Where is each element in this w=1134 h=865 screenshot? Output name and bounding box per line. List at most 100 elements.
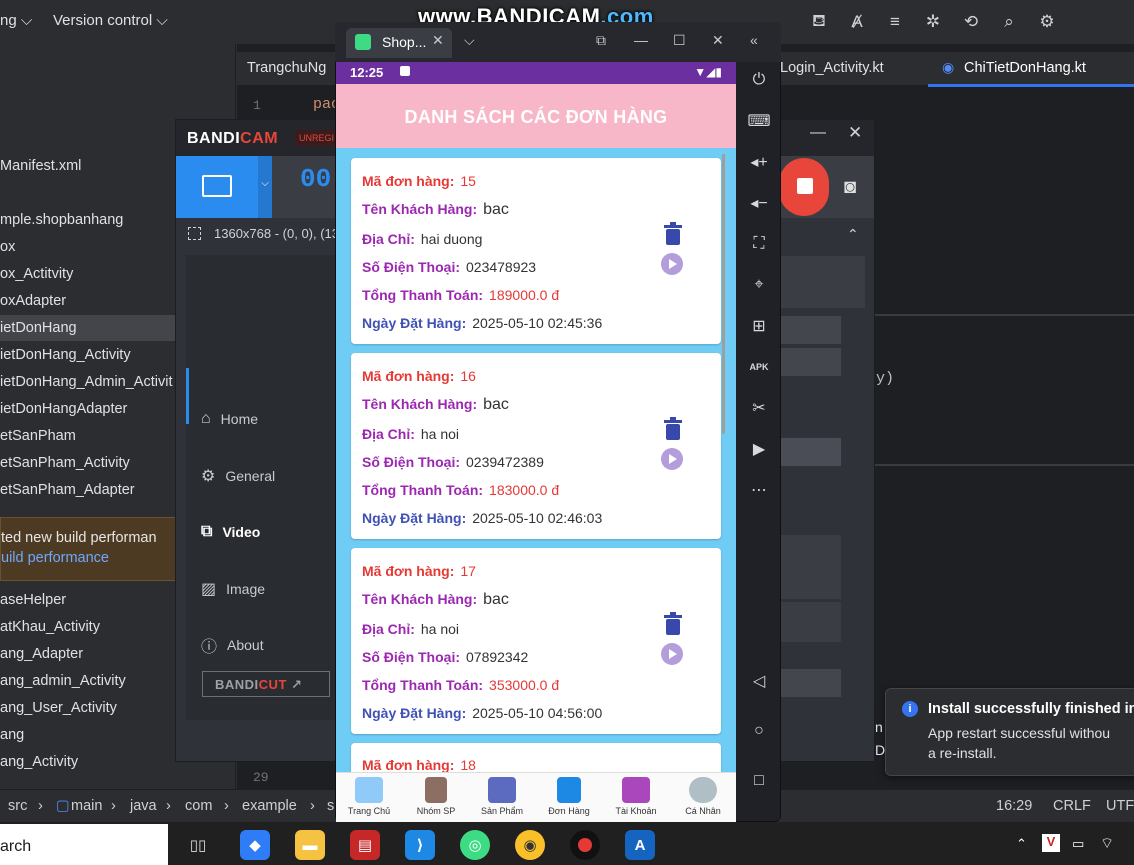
vscode-icon[interactable]: ⟩	[405, 830, 435, 860]
project-item[interactable]: ox_Actitvity	[0, 261, 73, 287]
nav-orders[interactable]: Đơn Hàng	[536, 777, 602, 816]
project-item[interactable]: etSanPham_Adapter	[0, 477, 135, 503]
trash-icon[interactable]	[662, 417, 684, 441]
project-item[interactable]: etSanPham_Activity	[0, 450, 130, 476]
nav-image[interactable]: ▨ Image	[201, 577, 265, 601]
tray-v-icon[interactable]: V	[1042, 834, 1060, 852]
nav-about[interactable]: ⓘ About	[201, 633, 264, 657]
task-view-icon[interactable]: ▯▯	[183, 830, 213, 860]
project-item[interactable]: ang_admin_Activity	[0, 668, 126, 694]
close-icon[interactable]: ✕	[712, 32, 724, 49]
collapse-icon[interactable]: «	[750, 32, 758, 48]
apk-icon[interactable]: APK	[747, 355, 771, 379]
back-nav-icon[interactable]: ◁	[747, 669, 771, 693]
tray-battery-icon[interactable]: ▭	[1072, 836, 1084, 852]
file-explorer-icon[interactable]: ▬	[295, 830, 325, 860]
main-menu-button[interactable]: ng ⌵	[0, 12, 32, 29]
breadcrumb-item[interactable]: com	[185, 798, 212, 814]
settings-gear-icon[interactable]: ⚙	[1034, 9, 1060, 35]
project-item[interactable]: ang_Activity	[0, 749, 78, 775]
run-config-icon[interactable]: ⛾	[806, 9, 832, 35]
a-app-icon[interactable]: A	[625, 830, 655, 860]
breadcrumb-item[interactable]: java	[130, 798, 157, 814]
close-tab-icon[interactable]: ✕	[432, 32, 444, 49]
view-detail-icon[interactable]	[661, 643, 683, 665]
camera-icon[interactable]: ◙	[844, 176, 856, 199]
screenshot-icon[interactable]: ⛶	[747, 232, 771, 256]
collapse-chevron-icon[interactable]: ⌃	[847, 226, 859, 243]
nav-products[interactable]: Sản Phẩm	[469, 777, 535, 816]
breadcrumb-item[interactable]: src	[8, 798, 27, 814]
keyboard-icon[interactable]: ⌨	[747, 109, 771, 133]
maximize-icon[interactable]: ☐	[673, 32, 686, 49]
settings-field[interactable]	[781, 438, 841, 466]
trash-icon[interactable]	[662, 612, 684, 636]
app-icon[interactable]: ◉	[515, 830, 545, 860]
bug-icon[interactable]: ✲	[920, 9, 946, 35]
project-item[interactable]: atKhau_Activity	[0, 614, 100, 640]
order-card[interactable]: Mã đơn hàng: 16 Tên Khách Hàng: bac Địa Ch…	[351, 353, 721, 539]
volume-down-icon[interactable]: ◂−	[747, 191, 771, 215]
location-icon[interactable]: ⌖	[747, 273, 771, 297]
project-item[interactable]: ietDonHang_Activity	[0, 342, 131, 368]
bandicut-button[interactable]: BANDICUT ↗	[202, 671, 330, 697]
breadcrumb-item[interactable]: main	[71, 798, 102, 814]
install-notification[interactable]: i Install successfully finished in App r…	[885, 688, 1134, 776]
search-icon[interactable]: ⌕	[996, 9, 1022, 35]
nav-video[interactable]: ⧉ Video	[201, 520, 260, 544]
bandicam-record-icon[interactable]	[570, 830, 600, 860]
order-card[interactable]: Mã đơn hàng: 17 Tên Khách Hàng: bac Địa Ch…	[351, 548, 721, 734]
copilot-icon[interactable]: ◆	[240, 830, 270, 860]
archive-app-icon[interactable]: ▤	[350, 830, 380, 860]
nav-home[interactable]: ⌂ Home	[201, 407, 258, 431]
sync-icon[interactable]: ⟲	[958, 9, 984, 35]
project-item[interactable]: ang_User_Activity	[0, 695, 117, 721]
project-item[interactable]: ietDonHangAdapter	[0, 396, 127, 422]
view-detail-icon[interactable]	[661, 448, 683, 470]
recents-nav-icon[interactable]: □	[747, 769, 771, 793]
more-icon[interactable]: ⋯	[747, 478, 771, 502]
project-item[interactable]: ang_Adapter	[0, 641, 83, 667]
nav-profile[interactable]: Cá Nhân	[670, 777, 736, 816]
volume-up-icon[interactable]: ◂+	[747, 150, 771, 174]
cursor-position[interactable]: 16:29	[996, 798, 1032, 814]
trash-icon[interactable]	[662, 222, 684, 246]
nav-accounts[interactable]: Tài Khoản	[603, 777, 669, 816]
detach-icon[interactable]: ⧉	[596, 32, 606, 49]
project-item[interactable]: ox	[0, 234, 15, 260]
taskbar-search[interactable]: arch	[0, 824, 168, 865]
android-studio-icon[interactable]: ◎	[460, 830, 490, 860]
project-item[interactable]: aseHelper	[0, 587, 66, 613]
project-item[interactable]: ang	[0, 722, 24, 748]
chevron-down-icon[interactable]: ⌵	[464, 32, 475, 49]
add-device-icon[interactable]: ⊞	[747, 314, 771, 338]
file-encoding[interactable]: UTF	[1106, 798, 1134, 814]
tab-chitietdonhang[interactable]: ChiTietDonHang.kt	[964, 60, 1086, 76]
build-performance-popup[interactable]: ted new build performan uild performance	[0, 517, 176, 581]
minimize-icon[interactable]: —	[810, 124, 826, 142]
project-item[interactable]: ietDonHang_Admin_Activit	[0, 369, 172, 395]
tray-chevron-icon[interactable]: ⌃	[1016, 836, 1027, 852]
settings-field[interactable]	[781, 669, 841, 697]
tab-trangchu[interactable]: TrangchuNg	[247, 60, 326, 76]
nav-home[interactable]: Trang Chủ	[336, 777, 402, 816]
minimize-icon[interactable]: —	[634, 32, 648, 48]
close-icon[interactable]: ✕	[848, 123, 862, 143]
project-item[interactable]: Manifest.xml	[0, 153, 81, 179]
version-control-menu[interactable]: Version control ⌵	[53, 12, 168, 29]
order-card[interactable]: Mã đơn hàng: 15 Tên Khách Hàng: bac Địa Ch…	[351, 158, 721, 344]
screen-mode-button[interactable]	[176, 156, 258, 218]
tray-wifi-icon[interactable]: ⌔	[1100, 834, 1114, 853]
settings-field[interactable]	[781, 348, 841, 376]
tab-login-activity[interactable]: Login_Activity.kt	[780, 60, 884, 76]
settings-field[interactable]	[781, 316, 841, 344]
translate-icon[interactable]: Ⱥ	[844, 9, 870, 35]
breadcrumb-item[interactable]: s	[327, 798, 334, 814]
home-nav-icon[interactable]: ○	[747, 719, 771, 743]
breadcrumb-item[interactable]: example	[242, 798, 297, 814]
project-item[interactable]: oxAdapter	[0, 288, 66, 314]
scissors-icon[interactable]: ✂	[747, 396, 771, 420]
power-icon[interactable]: ⏻	[747, 68, 771, 92]
structure-icon[interactable]: ≡	[882, 9, 908, 35]
project-item[interactable]: etSanPham	[0, 423, 76, 449]
